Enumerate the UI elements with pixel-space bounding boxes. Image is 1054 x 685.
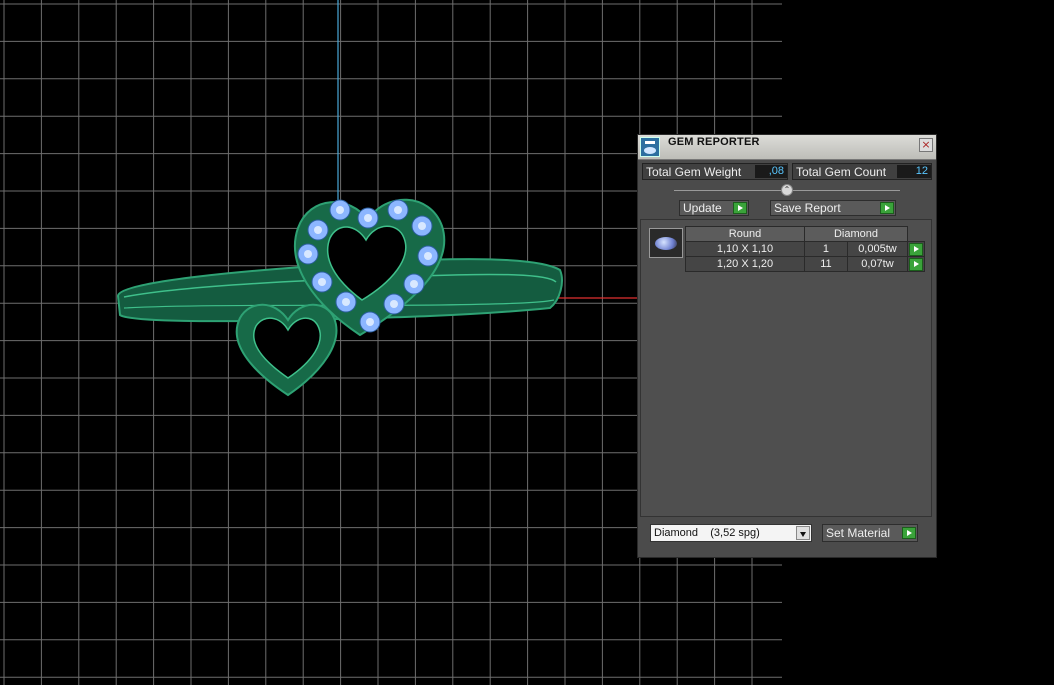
total-gem-weight-field: Total Gem Weight ,08 (642, 163, 788, 180)
column-header-material: Diamond (804, 226, 908, 242)
gem-count-cell: 1 (804, 241, 848, 257)
total-gem-weight-label: Total Gem Weight (646, 165, 742, 179)
gem-facet (318, 278, 326, 286)
gem-facet (304, 250, 312, 258)
play-arrow-icon[interactable] (909, 257, 923, 271)
table-row: 1,20 X 1,20 11 0,07tw (685, 256, 925, 272)
gem-facet (314, 226, 322, 234)
gem-facet (390, 300, 398, 308)
update-button[interactable]: Update (679, 200, 749, 216)
save-report-button-label: Save Report (774, 201, 841, 215)
gem-weight-cell: 0,005tw (846, 241, 909, 257)
gem-facet (394, 206, 402, 214)
gem-size-cell: 1,10 X 1,10 (685, 241, 805, 257)
gem-report-table: Round Diamond 1,10 X 1,10 1 0,005tw 1,20… (685, 226, 925, 272)
save-report-button[interactable]: Save Report (770, 200, 896, 216)
gem-facet (418, 222, 426, 230)
play-arrow-icon (880, 202, 894, 214)
panel-titlebar[interactable]: GEM REPORTER × (638, 135, 936, 160)
gem-weight-cell: 0,07tw (846, 256, 909, 272)
gem-facet (364, 214, 372, 222)
ring-model[interactable] (116, 198, 563, 397)
total-gem-count-value: 12 (897, 165, 931, 178)
gem-reporter-panel: GEM REPORTER × Total Gem Weight ,08 Tota… (637, 134, 937, 558)
gem-facet (342, 298, 350, 306)
set-material-button[interactable]: Set Material (822, 524, 918, 542)
chevron-down-icon[interactable] (796, 526, 810, 540)
table-row: 1,10 X 1,10 1 0,005tw (685, 241, 925, 257)
gem-reporter-icon (640, 137, 660, 157)
close-icon[interactable]: × (919, 138, 933, 152)
column-header-cut: Round (685, 226, 805, 242)
gem-report-area: Round Diamond 1,10 X 1,10 1 0,005tw 1,20… (640, 219, 932, 517)
play-arrow-icon (733, 202, 747, 214)
update-button-label: Update (683, 201, 722, 215)
play-arrow-icon[interactable] (909, 242, 923, 256)
panel-title: GEM REPORTER (668, 136, 760, 148)
row-action-cell[interactable] (907, 256, 925, 272)
row-action-cell[interactable] (907, 241, 925, 257)
set-material-button-label: Set Material (826, 526, 891, 540)
round-gem-icon[interactable] (649, 228, 683, 258)
gem-table-header-row: Round Diamond (685, 226, 925, 242)
total-gem-weight-value: ,08 (755, 165, 787, 178)
total-gem-count-field: Total Gem Count 12 (792, 163, 932, 180)
gem-count-cell: 11 (804, 256, 848, 272)
gem-facet (410, 280, 418, 288)
gem-facet (336, 206, 344, 214)
material-dropdown-value: Diamond (3,52 spg) (654, 527, 760, 539)
material-dropdown[interactable]: Diamond (3,52 spg) (650, 524, 812, 542)
gem-size-cell: 1,20 X 1,20 (685, 256, 805, 272)
collapse-toggle-icon[interactable]: ⌃ (781, 184, 793, 196)
play-arrow-icon (902, 527, 916, 539)
gem-facet (366, 318, 374, 326)
gem-facet (424, 252, 432, 260)
total-gem-count-label: Total Gem Count (796, 165, 887, 179)
